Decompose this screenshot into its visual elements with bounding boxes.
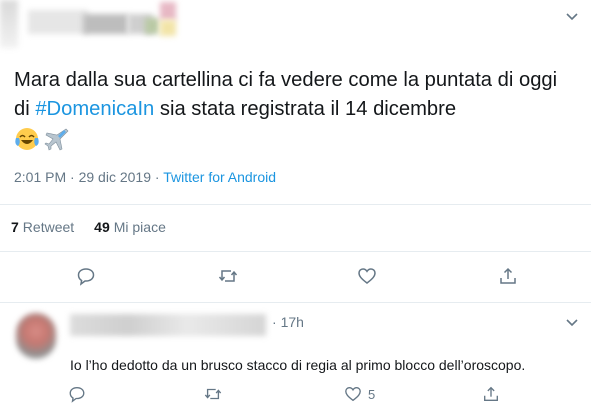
reply-share-button[interactable]: [482, 384, 500, 404]
likes-count: 49: [94, 219, 110, 235]
meta-separator: ·: [70, 169, 75, 185]
tweet-stats: 7 Retweet 49 Mi piace: [11, 219, 166, 235]
reply-author-name-blurred[interactable]: [70, 314, 266, 336]
tweet-text: Mara dalla sua cartellina ci fa vedere c…: [14, 66, 574, 124]
share-icon: [484, 386, 498, 401]
reply-button[interactable]: [74, 264, 98, 288]
reply-icon: [77, 268, 95, 286]
share-icon: [500, 267, 516, 284]
reply-retweet-button[interactable]: [204, 384, 222, 404]
tweet-date[interactable]: 29 dic 2019: [79, 169, 151, 185]
reply-separator: ·: [272, 314, 277, 330]
reply-reply-button[interactable]: [68, 384, 86, 404]
retweet-button[interactable]: [216, 264, 240, 288]
tweet-emojis: [14, 125, 70, 153]
author-avatar[interactable]: [0, 0, 18, 48]
tweet-meta: 2:01 PM · 29 dic 2019 · Twitter for Andr…: [14, 169, 276, 185]
retweet-icon: [204, 388, 222, 400]
meta-separator: ·: [154, 169, 160, 185]
likes-label: Mi piace: [113, 219, 166, 235]
reply-menu-chevron-down-icon[interactable]: [566, 318, 578, 328]
reply-text: Io l’ho dedotto da un brusco stacco di r…: [70, 357, 526, 373]
retweet-icon: [218, 270, 238, 282]
reply-time[interactable]: · 17h: [272, 314, 304, 330]
reply-time-value: 17h: [280, 314, 304, 330]
divider: [0, 251, 591, 252]
share-button[interactable]: [496, 264, 520, 288]
author-name-blurred[interactable]: [18, 2, 188, 40]
reply-author-avatar[interactable]: [16, 313, 56, 359]
tweet-time[interactable]: 2:01 PM: [14, 169, 66, 185]
retweets-count: 7: [11, 219, 19, 235]
tweet-source-link[interactable]: Twitter for Android: [163, 169, 276, 185]
retweets-label: Retweet: [22, 219, 75, 235]
divider: [0, 204, 591, 205]
likes-stat[interactable]: 49 Mi piace: [94, 219, 166, 235]
hashtag-link[interactable]: #DomenicaIn: [35, 98, 154, 120]
retweets-stat[interactable]: 7 Retweet: [11, 219, 74, 235]
heart-icon: [345, 387, 361, 402]
tweet-actions: [0, 264, 591, 288]
divider: [0, 302, 591, 303]
face-with-tears-of-joy-icon: [15, 128, 39, 150]
heart-icon: [358, 268, 376, 284]
like-button[interactable]: [355, 264, 379, 288]
tweet-menu-chevron-down-icon[interactable]: [566, 12, 578, 22]
airplane-icon: [44, 128, 69, 151]
reply-icon: [69, 387, 85, 403]
reply-like-count: 5: [368, 386, 376, 402]
tweet-text-part: sia stata registrata il 14 dicembre: [154, 98, 457, 120]
reply-actions: 5: [0, 384, 591, 404]
reply-like-button[interactable]: 5: [344, 384, 375, 404]
